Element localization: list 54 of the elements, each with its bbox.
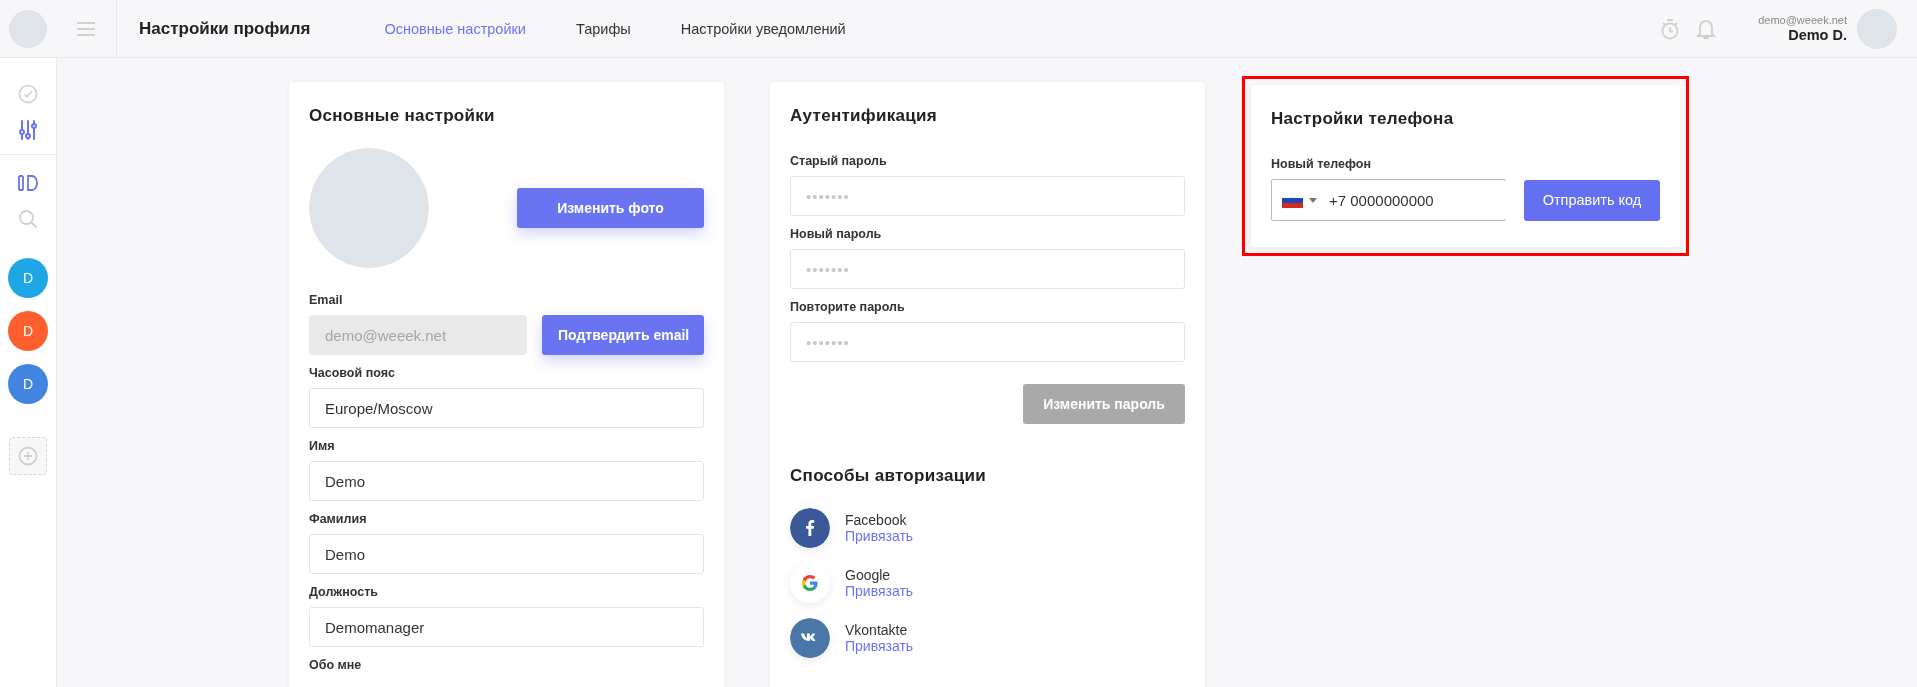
field-label: Email <box>309 292 343 308</box>
stopwatch-icon[interactable] <box>1660 17 1681 40</box>
menu-icon[interactable] <box>77 21 95 36</box>
password-field[interactable]: ••••••• <box>790 249 1185 289</box>
user-name: Demo D. <box>1788 26 1847 44</box>
facebook-icon[interactable] <box>790 508 830 548</box>
field-label: Новый телефон <box>1271 156 1371 172</box>
nav-tab[interactable]: Основные настройки <box>384 20 526 37</box>
google-icon[interactable] <box>790 563 830 603</box>
nav-tab[interactable]: Настройки уведомлений <box>680 20 846 37</box>
field-label: Обо мне <box>309 657 362 673</box>
field-label: Старый пароль <box>790 153 887 169</box>
field-label: Новый пароль <box>790 226 882 242</box>
check-circle-icon[interactable] <box>18 84 38 104</box>
plus-circle-icon <box>18 446 38 466</box>
user-avatar[interactable] <box>9 9 47 48</box>
section-title: Способы авторизации <box>790 465 988 487</box>
change-photo-button[interactable]: Изменить фото <box>517 188 704 228</box>
card-title: Основные настройки <box>309 105 496 127</box>
add-workspace-button[interactable] <box>9 437 47 475</box>
search-icon[interactable] <box>18 209 38 229</box>
send-code-button[interactable]: Отправить код <box>1524 179 1660 221</box>
workspace-avatar[interactable]: D <box>8 258 48 298</box>
notification-bell-icon[interactable] <box>1696 17 1717 40</box>
flag-icon <box>1282 192 1303 208</box>
text-field[interactable]: Demo <box>309 461 704 501</box>
link-account-link[interactable]: Привязать <box>845 583 914 599</box>
sliders-icon[interactable] <box>18 119 38 141</box>
field-label: Фамилия <box>309 511 367 527</box>
vk-icon[interactable] <box>790 618 830 658</box>
nav-tab[interactable]: Тарифы <box>575 20 631 37</box>
service-name: Vkontakte <box>845 622 909 638</box>
field-label: Имя <box>309 438 335 454</box>
password-field[interactable]: ••••••• <box>790 322 1185 362</box>
field-label: Повторите пароль <box>790 299 905 315</box>
caret-icon <box>1309 197 1317 203</box>
field-label: Должность <box>309 584 378 600</box>
field-label: Часовой пояс <box>309 365 395 381</box>
link-account-link[interactable]: Привязать <box>845 638 914 654</box>
link-account-link[interactable]: Привязать <box>845 528 914 544</box>
page-title: Настройки профиля <box>139 18 311 39</box>
user-avatar[interactable] <box>1857 8 1897 49</box>
user-email: demo@weeek.net <box>1758 13 1847 27</box>
service-name: Google <box>845 567 892 583</box>
password-field[interactable]: ••••••• <box>790 176 1185 216</box>
workspace-avatar[interactable]: D <box>8 311 48 351</box>
card-title: Аутентификация <box>790 105 939 127</box>
card-title: Настройки телефона <box>1271 108 1455 130</box>
text-field[interactable]: Europe/Moscow <box>309 388 704 428</box>
workspace-avatar[interactable]: D <box>8 364 48 404</box>
text-field[interactable]: Demomanager <box>309 607 704 647</box>
board-icon[interactable] <box>17 174 39 192</box>
text-field[interactable]: Demo <box>309 534 704 574</box>
service-name: Facebook <box>845 512 908 528</box>
